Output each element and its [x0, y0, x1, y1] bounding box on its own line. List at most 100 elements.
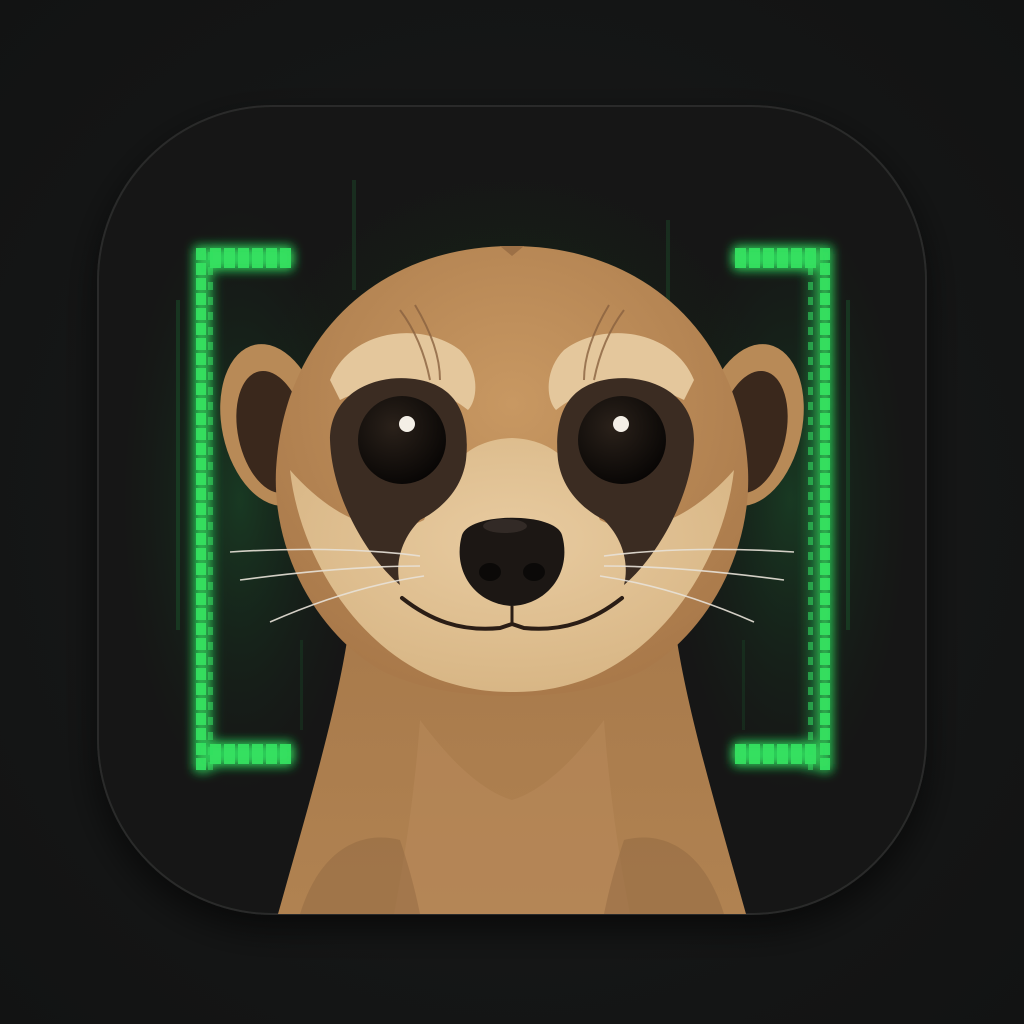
bracket-pixel: [820, 308, 830, 320]
bracket-pixel: [820, 293, 830, 305]
bracket-pixel: [735, 744, 746, 764]
bracket-pixel: [791, 248, 802, 268]
bracket-pixel: [820, 698, 830, 710]
bracket-pixel: [820, 323, 830, 335]
bracket-pixel: [820, 428, 830, 440]
bracket-pixel: [820, 338, 830, 350]
bracket-pixel: [196, 533, 206, 545]
bracket-pixel: [820, 518, 830, 530]
bracket-pixel: [238, 248, 249, 268]
bracket-pixel: [196, 518, 206, 530]
bracket-pixel: [208, 282, 213, 290]
bracket-pixel: [808, 597, 813, 605]
bracket-pixel: [763, 248, 774, 268]
bracket-pixel: [196, 308, 206, 320]
bracket-pixel: [808, 477, 813, 485]
bracket-pixel: [820, 383, 830, 395]
bracket-pixel: [808, 372, 813, 380]
bracket-pixel: [820, 278, 830, 290]
bracket-pixel: [208, 627, 213, 635]
bracket-pixel: [208, 402, 213, 410]
bracket-pixel: [820, 728, 830, 740]
bracket-pixel: [208, 447, 213, 455]
bracket-pixel: [196, 323, 206, 335]
bracket-pixel: [208, 612, 213, 620]
bracket-pixel: [820, 398, 830, 410]
app-icon: [97, 105, 927, 915]
bracket-pixel: [196, 473, 206, 485]
bracket-pixel: [196, 248, 206, 260]
bracket-pixel: [208, 327, 213, 335]
bracket-pixel: [808, 507, 813, 515]
bracket-pixel: [208, 717, 213, 725]
bracket-pixel: [252, 744, 263, 764]
bracket-pixel: [266, 248, 277, 268]
bracket-pixel: [196, 698, 206, 710]
bracket-pixel: [196, 338, 206, 350]
bracket-pixel: [196, 413, 206, 425]
bracket-pixel: [820, 473, 830, 485]
bracket-pixel: [808, 552, 813, 560]
bracket-pixel: [808, 537, 813, 545]
bracket-pixel: [820, 353, 830, 365]
bracket-pixel: [208, 567, 213, 575]
bracket-pixel: [791, 744, 802, 764]
bracket-pixel: [196, 293, 206, 305]
bracket-pixel: [808, 462, 813, 470]
bracket-pixel: [208, 552, 213, 560]
bracket-pixel: [820, 638, 830, 650]
bracket-pixel: [808, 672, 813, 680]
bracket-pixel: [196, 488, 206, 500]
bracket-pixel: [820, 488, 830, 500]
bracket-pixel: [196, 398, 206, 410]
bracket-pixel: [196, 728, 206, 740]
bracket-pixel: [749, 744, 760, 764]
bracket-pixel: [208, 597, 213, 605]
bracket-pixel: [208, 672, 213, 680]
bracket-pixel: [808, 312, 813, 320]
bracket-pixel: [196, 623, 206, 635]
bracket-pixel: [196, 713, 206, 725]
bracket-pixel: [777, 248, 788, 268]
bracket-pixel: [820, 578, 830, 590]
bracket-pixel: [735, 248, 746, 268]
bracket-pixel: [196, 548, 206, 560]
bracket-pixel: [224, 248, 235, 268]
bracket-pixel: [208, 312, 213, 320]
bracket-pixel: [196, 608, 206, 620]
bracket-pixel: [808, 387, 813, 395]
bracket-pixel: [820, 623, 830, 635]
bracket-pixel: [196, 743, 206, 755]
bracket-pixel: [808, 702, 813, 710]
bracket-pixel: [805, 248, 816, 268]
bracket-pixel: [196, 428, 206, 440]
bracket-pixel: [820, 743, 830, 755]
bracket-pixel: [820, 758, 830, 770]
bracket-pixel: [208, 507, 213, 515]
bracket-pixel: [208, 462, 213, 470]
bracket-pixel: [808, 732, 813, 740]
bracket-pixel: [820, 248, 830, 260]
bracket-pixel: [208, 372, 213, 380]
bracket-pixel: [196, 353, 206, 365]
bracket-pixel: [208, 432, 213, 440]
bracket-pixel: [808, 342, 813, 350]
bracket-pixel: [808, 297, 813, 305]
bracket-pixel: [208, 537, 213, 545]
bracket-pixel: [820, 593, 830, 605]
bracket-pixel: [196, 668, 206, 680]
bracket-pixel: [808, 357, 813, 365]
bracket-pixel: [208, 582, 213, 590]
bracket-pixel: [252, 248, 263, 268]
bracket-pixel: [808, 687, 813, 695]
bracket-pixel: [208, 387, 213, 395]
bracket-pixel: [196, 638, 206, 650]
bracket-pixel: [208, 702, 213, 710]
bracket-pixel: [208, 687, 213, 695]
bracket-pixel: [196, 368, 206, 380]
bracket-pixel: [196, 758, 206, 770]
bracket-pixel: [820, 548, 830, 560]
bracket-pixel: [196, 503, 206, 515]
bracket-pixel: [808, 432, 813, 440]
bracket-pixel: [808, 417, 813, 425]
